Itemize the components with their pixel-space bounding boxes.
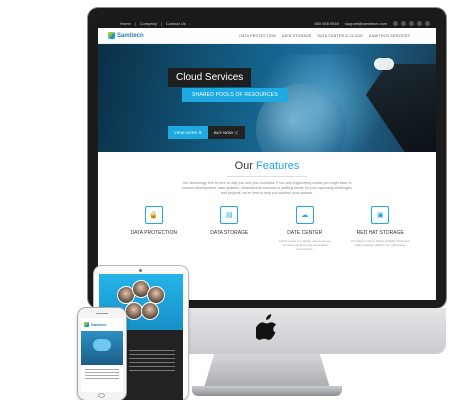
facebook-icon[interactable] xyxy=(393,20,398,26)
nav-item-services[interactable]: SAMITECN SERVICES xyxy=(369,34,410,38)
phone-text-block xyxy=(85,369,119,379)
device-mockup-stage: Home | Company | Contact Us 555 555 5555… xyxy=(0,0,450,400)
phone-brand-logo[interactable]: Samitecn xyxy=(81,318,123,331)
nav-menu: DATA PROTECTION DATA STORAGE DATA CENTER… xyxy=(239,34,410,38)
apple-logo-icon xyxy=(256,314,278,340)
social-icons xyxy=(393,20,430,26)
imac-stand xyxy=(204,354,330,388)
tablet-text-block xyxy=(129,350,175,374)
cloud-icon: ☁ xyxy=(295,206,314,224)
features-description: Our technology firm is here to help you … xyxy=(182,181,352,195)
features-heading: Our Features xyxy=(234,160,300,172)
top-link-company[interactable]: Company xyxy=(140,21,157,26)
hero-banner: Cloud Services SHARED POOLS OF RESOURCES… xyxy=(98,44,436,152)
google-plus-icon[interactable] xyxy=(417,20,422,26)
nav-item-data-protection[interactable]: DATA PROTECTION xyxy=(239,34,275,38)
cloud-icon xyxy=(374,58,394,70)
brand-name: Samitecn xyxy=(117,32,144,39)
feature-card-red-hat-storage[interactable]: ▣ RED HAT STORAGE Provides a robust, hig… xyxy=(350,206,410,251)
database-icon: ▤ xyxy=(220,206,239,224)
phone-screen: Samitecn xyxy=(81,318,123,392)
email-text[interactable]: support@samitecn.com xyxy=(345,21,387,26)
feature-card-date-center[interactable]: ☁ DATE CENTER A data center is a facilit… xyxy=(275,206,335,251)
nav-item-data-storage[interactable]: DATA STORAGE xyxy=(282,34,312,38)
lock-icon: 🔒 xyxy=(144,206,163,224)
phone-hero xyxy=(81,331,123,365)
linkedin-icon[interactable] xyxy=(409,20,414,26)
home-button[interactable] xyxy=(98,393,105,398)
server-icon: ▣ xyxy=(371,206,390,224)
phone-text: 555 555 5555 xyxy=(314,20,339,26)
imac-base xyxy=(192,386,342,396)
heading-divider xyxy=(227,176,307,177)
twitter-icon[interactable] xyxy=(401,20,406,26)
feature-card-data-protection[interactable]: 🔒 DATA PROTECTION xyxy=(124,206,184,251)
hero-subtitle: SHARED POOLS OF RESOURCES xyxy=(182,88,288,102)
main-navbar: Samitecn DATA PROTECTION DATA STORAGE DA… xyxy=(98,28,436,44)
top-link-contact[interactable]: Contact Us xyxy=(166,21,186,26)
imac-bezel: Home | Company | Contact Us 555 555 5555… xyxy=(88,8,446,308)
logo-mark-icon xyxy=(108,32,115,39)
cloud-icon xyxy=(93,339,111,351)
hero-title: Cloud Services xyxy=(168,68,252,87)
phone-device: Samitecn xyxy=(78,308,126,400)
phone-speaker xyxy=(96,313,108,314)
website-screen: Home | Company | Contact Us 555 555 5555… xyxy=(98,18,436,300)
top-info-bar: Home | Company | Contact Us 555 555 5555… xyxy=(98,18,436,28)
features-section: Our Features Our technology firm is here… xyxy=(98,152,436,251)
top-contact: 555 555 5555 support@samitecn.com xyxy=(314,20,430,26)
feature-card-data-storage[interactable]: ▤ DATA STORAGE xyxy=(199,206,259,251)
top-link-home[interactable]: Home xyxy=(120,21,131,26)
feature-cards: 🔒 DATA PROTECTION ▤ DATA STORAGE ☁ DATE … xyxy=(98,196,436,251)
buy-now-button[interactable]: BUY NOW 🛒 xyxy=(208,126,246,139)
logo-mark-icon xyxy=(84,322,89,327)
nav-item-data-center-cloud[interactable]: DATA CENTER & CLOUD xyxy=(318,34,363,38)
rss-icon[interactable] xyxy=(425,20,430,26)
tablet-camera xyxy=(139,269,142,272)
view-more-button[interactable]: VIEW MORE ⊕ xyxy=(168,126,208,139)
top-links: Home | Company | Contact Us xyxy=(120,20,186,26)
brand-logo[interactable]: Samitecn xyxy=(108,32,144,39)
